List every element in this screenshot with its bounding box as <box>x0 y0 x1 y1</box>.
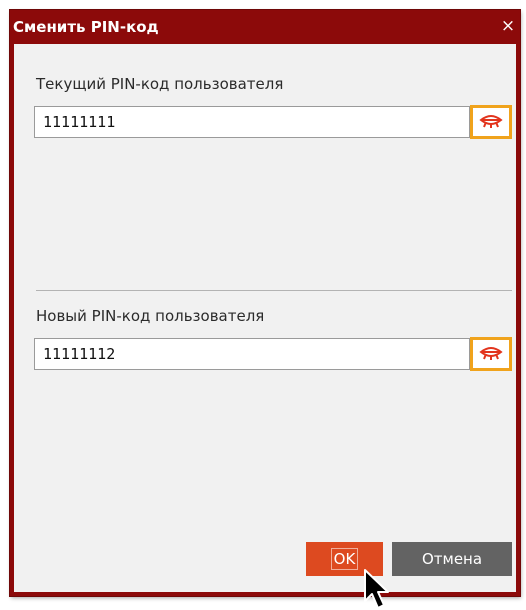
change-pin-dialog: Сменить PIN-код × Текущий PIN-код пользо… <box>10 10 520 596</box>
dialog-title-bar[interactable]: Сменить PIN-код × <box>10 10 520 44</box>
mouse-pointer-icon <box>364 569 389 609</box>
show-current-pin-button[interactable] <box>470 105 512 139</box>
new-pin-input[interactable] <box>34 338 470 370</box>
eye-closed-icon <box>479 347 503 360</box>
current-pin-label: Текущий PIN-код пользователя <box>36 75 284 93</box>
current-pin-input[interactable] <box>34 106 470 138</box>
show-new-pin-button[interactable] <box>470 337 512 371</box>
ok-button-label: OK <box>330 548 359 570</box>
section-divider <box>36 290 512 291</box>
cancel-button[interactable]: Отмена <box>392 542 512 576</box>
close-icon[interactable]: × <box>500 18 516 35</box>
dialog-body: Текущий PIN-код пользователя Новый PIN-к… <box>14 44 516 592</box>
dialog-title: Сменить PIN-код <box>13 18 159 36</box>
new-pin-label: Новый PIN-код пользователя <box>36 307 265 325</box>
eye-closed-icon <box>479 115 503 128</box>
